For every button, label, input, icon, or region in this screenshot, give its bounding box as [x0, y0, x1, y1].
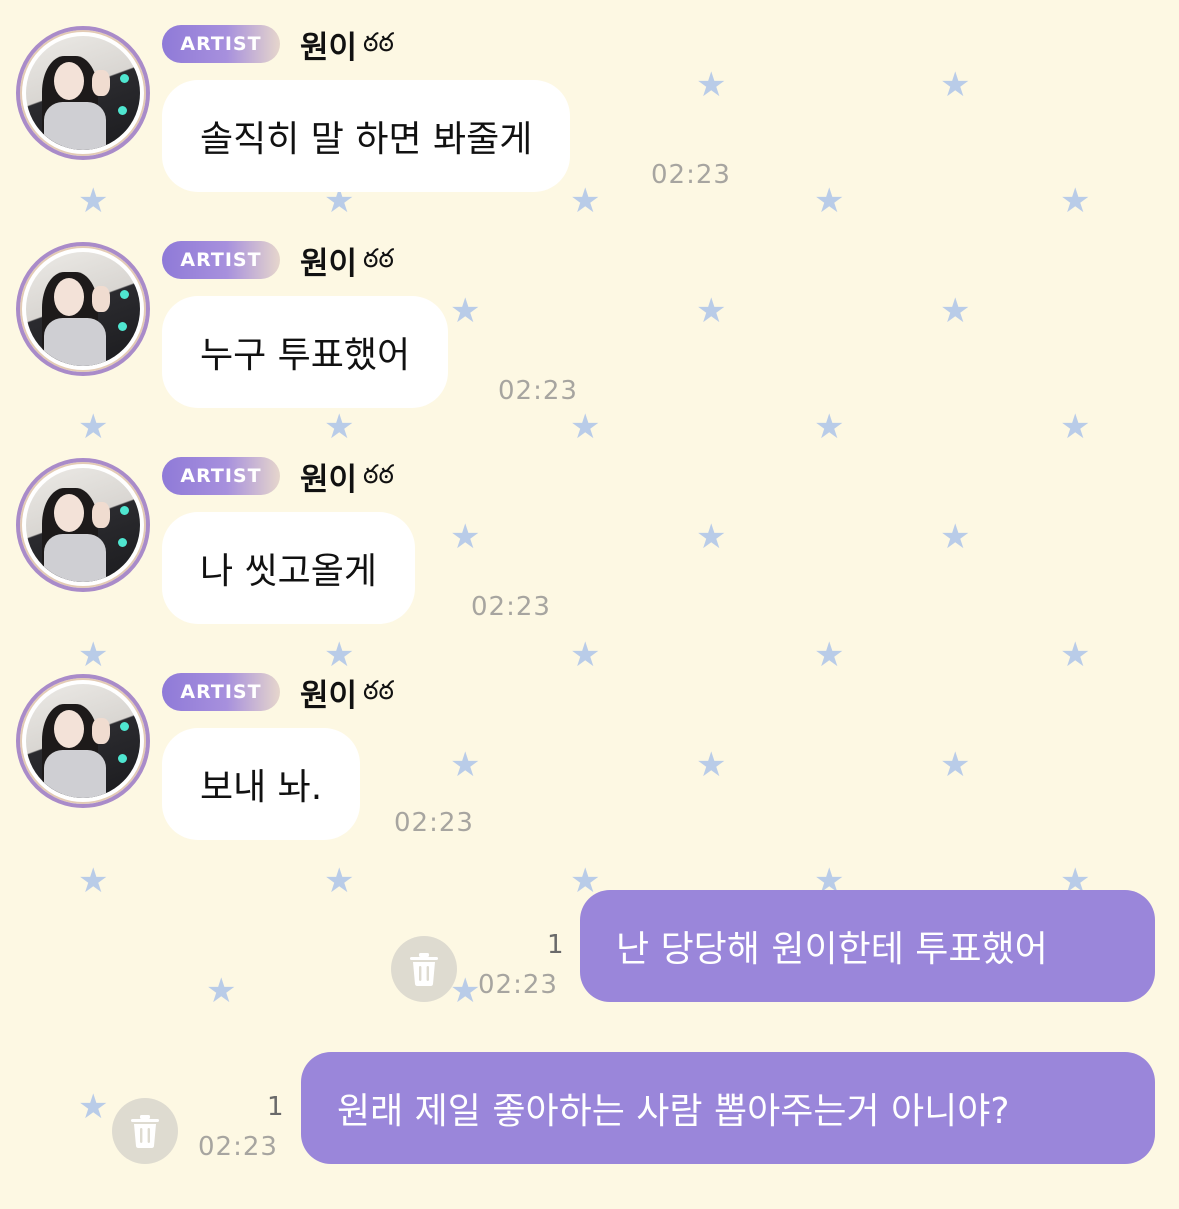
star-icon: ★	[1060, 181, 1091, 221]
star-icon: ★	[1060, 635, 1091, 675]
message-bubble[interactable]: 나 씻고올게	[162, 512, 416, 624]
delete-button[interactable]	[112, 1098, 178, 1164]
star-icon: ★	[940, 65, 971, 105]
star-icon: ★	[78, 1087, 109, 1127]
sender-name: 원이 ఠఠ	[300, 238, 394, 283]
sender-name-text: 원이	[300, 462, 358, 498]
artist-badge: ARTIST	[162, 241, 280, 279]
artist-badge: ARTIST	[162, 457, 280, 495]
unread-count: 1	[267, 1092, 284, 1122]
star-icon: ★	[450, 291, 481, 331]
sender-name-text: 원이	[300, 678, 358, 714]
star-icon: ★	[696, 517, 727, 557]
star-icon: ★	[324, 407, 355, 447]
message-bubble[interactable]: 솔직히 말 하면 봐줄게	[162, 80, 571, 192]
trash-icon	[131, 1115, 159, 1148]
artist-badge: ARTIST	[162, 673, 280, 711]
star-icon: ★	[450, 517, 481, 557]
sender-name: 원이 ఠఠ	[300, 670, 394, 715]
message-time: 02:23	[198, 1132, 278, 1162]
avatar[interactable]	[16, 458, 150, 592]
star-icon: ★	[814, 635, 845, 675]
message-time: 02:23	[498, 376, 578, 406]
sender-name: 원이 ఠఠ	[300, 454, 394, 499]
star-icon: ★	[324, 635, 355, 675]
message-bubble[interactable]: 보내 놔.	[162, 728, 361, 840]
glasses-emoji: ఠఠ	[363, 27, 394, 58]
avatar[interactable]	[16, 242, 150, 376]
message-bubble[interactable]: 누구 투표했어	[162, 296, 449, 408]
glasses-emoji: ఠఠ	[363, 459, 394, 490]
star-icon: ★	[814, 181, 845, 221]
message-time: 02:23	[471, 592, 551, 622]
trash-icon	[410, 953, 438, 986]
sender-name-text: 원이	[300, 30, 358, 66]
avatar[interactable]	[16, 674, 150, 808]
star-icon: ★	[696, 65, 727, 105]
message-time: 02:23	[478, 970, 558, 1000]
glasses-emoji: ఠఠ	[363, 675, 394, 706]
delete-button[interactable]	[391, 936, 457, 1002]
star-icon: ★	[1060, 407, 1091, 447]
avatar[interactable]	[16, 26, 150, 160]
star-icon: ★	[814, 407, 845, 447]
star-icon: ★	[78, 407, 109, 447]
sender-name-text: 원이	[300, 246, 358, 282]
star-icon: ★	[206, 971, 237, 1011]
star-icon: ★	[78, 181, 109, 221]
star-icon: ★	[570, 407, 601, 447]
star-icon: ★	[696, 291, 727, 331]
star-icon: ★	[78, 861, 109, 901]
artist-badge: ARTIST	[162, 25, 280, 63]
star-icon: ★	[570, 635, 601, 675]
message-bubble[interactable]: 난 당당해 원이한테 투표했어	[580, 890, 1155, 1002]
message-time: 02:23	[651, 160, 731, 190]
star-icon: ★	[940, 745, 971, 785]
message-time: 02:23	[394, 808, 474, 838]
star-icon: ★	[78, 635, 109, 675]
star-icon: ★	[324, 861, 355, 901]
unread-count: 1	[547, 930, 564, 960]
star-icon: ★	[940, 291, 971, 331]
star-icon: ★	[696, 745, 727, 785]
glasses-emoji: ఠఠ	[363, 243, 394, 274]
star-icon: ★	[570, 181, 601, 221]
star-icon: ★	[450, 745, 481, 785]
message-bubble[interactable]: 원래 제일 좋아하는 사람 뽑아주는거 아니야?	[301, 1052, 1155, 1164]
sender-name: 원이 ఠఠ	[300, 22, 394, 67]
star-icon: ★	[940, 517, 971, 557]
